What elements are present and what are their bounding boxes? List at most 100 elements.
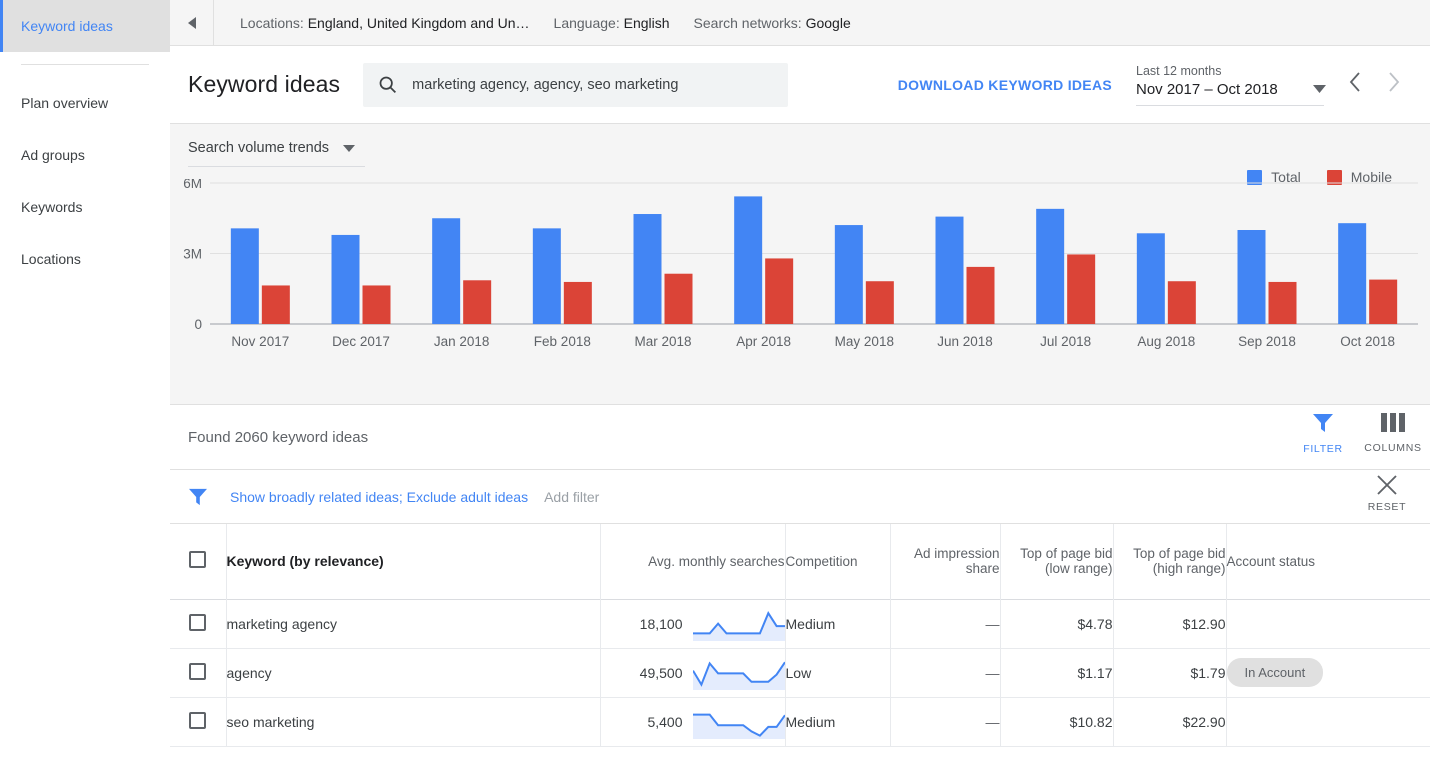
sidebar-item-label: Plan overview xyxy=(21,95,109,111)
cell-ad-impression-share: — xyxy=(890,648,1001,697)
cell-account-status xyxy=(1226,599,1430,648)
next-period-button[interactable] xyxy=(1374,71,1412,98)
row-checkbox[interactable] xyxy=(189,613,207,631)
cell-ad-impression-share: — xyxy=(890,697,1001,746)
bar-total-8[interactable] xyxy=(1036,208,1065,324)
bar-total-2[interactable] xyxy=(432,218,461,324)
bar-total-0[interactable] xyxy=(230,228,259,324)
chart-metric-selector[interactable]: Search volume trends xyxy=(188,140,365,167)
sparkline xyxy=(692,610,785,641)
context-bar: Locations: England, United Kingdom and U… xyxy=(170,0,1430,46)
sidebar-item-plan-overview[interactable]: Plan overview xyxy=(0,77,170,129)
date-range-underline xyxy=(1136,105,1324,106)
row-checkbox[interactable] xyxy=(189,711,207,729)
search-input-value: marketing agency, agency, seo marketing xyxy=(412,76,679,93)
cell-keyword: agency xyxy=(226,648,601,697)
search-networks-chip[interactable]: Search networks: Google xyxy=(670,15,851,31)
language-chip-label: Language: xyxy=(553,14,620,31)
chevron-down-icon[interactable] xyxy=(1313,85,1326,93)
avg-monthly-searches-value: 5,400 xyxy=(647,713,683,730)
column-header-keyword[interactable]: Keyword (by relevance) xyxy=(226,524,601,599)
columns-icon xyxy=(1381,413,1405,432)
columns-button[interactable]: COLUMNS xyxy=(1358,413,1428,454)
row-checkbox[interactable] xyxy=(189,662,207,680)
columns-button-label: COLUMNS xyxy=(1364,442,1422,454)
cell-bid-low: $10.82 xyxy=(1000,697,1114,746)
bar-total-9[interactable] xyxy=(1136,233,1165,324)
language-chip[interactable]: Language: English xyxy=(530,15,670,31)
page-header: Keyword ideas marketing agency, agency, … xyxy=(170,46,1430,124)
bar-mobile-0[interactable] xyxy=(261,285,290,324)
chart-metric-label: Search volume trends xyxy=(188,140,330,156)
bar-mobile-5[interactable] xyxy=(765,258,794,324)
bar-total-3[interactable] xyxy=(532,228,561,324)
cell-competition: Low xyxy=(785,648,891,697)
bar-mobile-3[interactable] xyxy=(563,281,592,324)
search-input[interactable]: marketing agency, agency, seo marketing xyxy=(363,62,789,107)
bar-total-10[interactable] xyxy=(1237,230,1266,324)
sidebar-item-label: Locations xyxy=(21,251,81,267)
filter-button[interactable]: FILTER xyxy=(1288,413,1358,455)
locations-chip[interactable]: Locations: England, United Kingdom and U… xyxy=(214,15,530,31)
bar-mobile-1[interactable] xyxy=(362,285,391,324)
date-range-selector[interactable]: Last 12 months Nov 2017 – Oct 2018 xyxy=(1136,63,1336,106)
cell-keyword: marketing agency xyxy=(226,599,601,648)
select-all-checkbox[interactable] xyxy=(189,551,207,569)
table-row[interactable]: seo marketing 5,400 Medium — $10.82 $22.90 xyxy=(170,697,1430,746)
sidebar-divider xyxy=(21,64,149,65)
cell-avg-monthly-searches: 49,500 xyxy=(600,648,786,697)
locations-chip-value: England, United Kingdom and Un… xyxy=(307,14,530,31)
sidebar: Keyword ideas Plan overview Ad groups Ke… xyxy=(0,0,170,768)
bar-mobile-8[interactable] xyxy=(1067,254,1096,324)
active-filter-bar: Show broadly related ideas; Exclude adul… xyxy=(170,470,1430,524)
bar-mobile-4[interactable] xyxy=(664,273,693,324)
bar-total-4[interactable] xyxy=(633,214,662,324)
bar-mobile-7[interactable] xyxy=(966,266,995,324)
reset-filters-button[interactable]: RESET xyxy=(1356,474,1418,513)
sidebar-item-keyword-ideas[interactable]: Keyword ideas xyxy=(0,0,170,52)
column-header-bid-low[interactable]: Top of page bid (low range) xyxy=(1000,524,1114,599)
bar-mobile-6[interactable] xyxy=(865,281,894,324)
search-volume-bar-chart xyxy=(170,179,1430,379)
bar-total-11[interactable] xyxy=(1338,223,1367,324)
column-header-account-status[interactable]: Account status xyxy=(1226,524,1430,599)
sidebar-item-ad-groups[interactable]: Ad groups xyxy=(0,129,170,181)
sidebar-item-keywords[interactable]: Keywords xyxy=(0,181,170,233)
avg-monthly-searches-value: 18,100 xyxy=(639,615,683,632)
bar-total-5[interactable] xyxy=(734,196,763,324)
table-body: marketing agency 18,100 Medium — $4.78 $12.90… xyxy=(170,599,1430,746)
search-icon xyxy=(379,76,397,93)
cell-account-status: In Account xyxy=(1226,648,1430,697)
date-range-preset: Last 12 months xyxy=(1136,64,1222,78)
bar-total-6[interactable] xyxy=(834,225,863,324)
table-row[interactable]: marketing agency 18,100 Medium — $4.78 $12.90 xyxy=(170,599,1430,648)
results-count: Found 2060 keyword ideas xyxy=(188,428,369,446)
add-filter-button[interactable]: Add filter xyxy=(544,489,599,505)
bar-total-1[interactable] xyxy=(331,234,360,324)
bar-mobile-9[interactable] xyxy=(1167,281,1196,324)
funnel-icon xyxy=(189,488,207,505)
bar-total-7[interactable] xyxy=(935,216,964,324)
download-keyword-ideas-button[interactable]: DOWNLOAD KEYWORD IDEAS xyxy=(898,77,1112,93)
reset-button-label: RESET xyxy=(1367,501,1407,513)
bar-mobile-11[interactable] xyxy=(1369,279,1398,324)
cell-bid-high: $1.79 xyxy=(1113,648,1227,697)
column-header-bid-high[interactable]: Top of page bid (high range) xyxy=(1113,524,1227,599)
keyword-planner-app: Keyword ideas Plan overview Ad groups Ke… xyxy=(0,0,1430,768)
column-header-ad-impression-share[interactable]: Ad impression share xyxy=(890,524,1001,599)
active-filters-text[interactable]: Show broadly related ideas; Exclude adul… xyxy=(230,489,528,505)
collapse-panel-button[interactable] xyxy=(170,0,214,46)
previous-period-button[interactable] xyxy=(1336,71,1374,98)
sidebar-item-locations[interactable]: Locations xyxy=(0,233,170,285)
triangle-left-icon xyxy=(187,16,196,29)
column-header-avg-monthly-searches[interactable]: Avg. monthly searches xyxy=(600,524,786,599)
sidebar-item-label: Ad groups xyxy=(21,147,85,163)
table-row[interactable]: agency 49,500 Low — $1.17 $1.79 In Account xyxy=(170,648,1430,697)
column-header-competition[interactable]: Competition xyxy=(785,524,891,599)
funnel-icon xyxy=(1313,414,1333,432)
bar-mobile-2[interactable] xyxy=(463,280,492,324)
cell-competition: Medium xyxy=(785,599,891,648)
sparkline xyxy=(692,660,785,690)
cell-bid-low: $1.17 xyxy=(1000,648,1114,697)
bar-mobile-10[interactable] xyxy=(1268,281,1297,324)
